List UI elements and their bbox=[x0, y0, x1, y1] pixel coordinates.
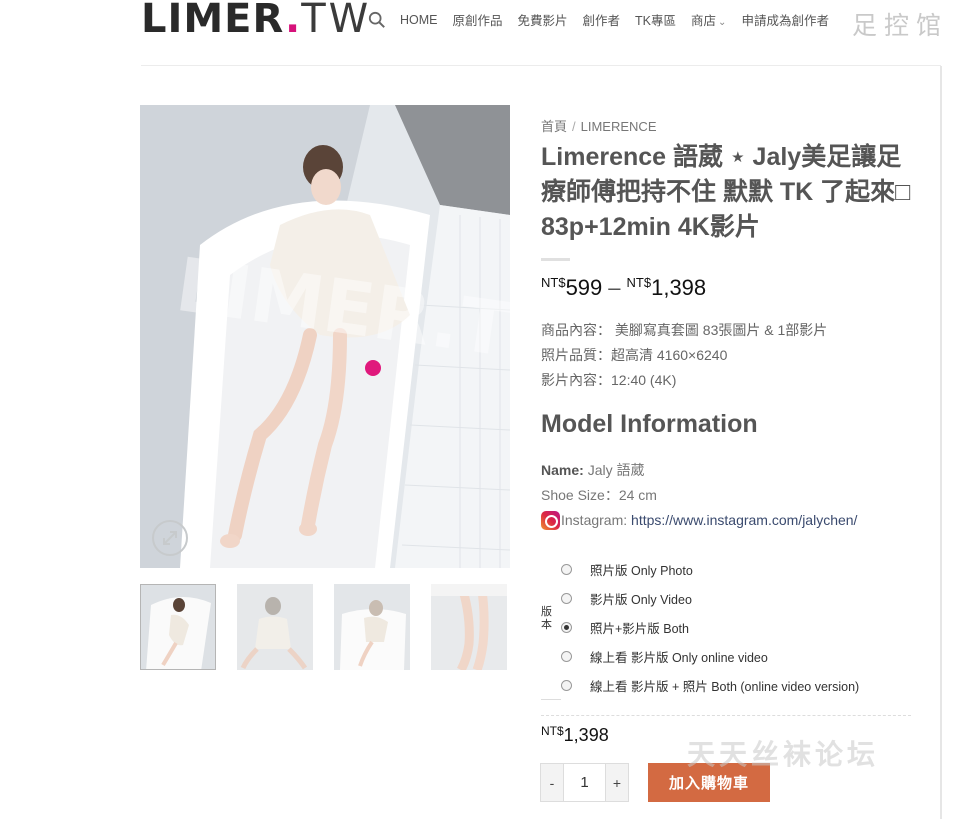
price-range: NT$599– NT$1,398 bbox=[541, 275, 706, 301]
quantity-stepper: - 1 + bbox=[540, 763, 629, 802]
price-dash: – bbox=[608, 275, 621, 300]
site-watermark: 足控馆 bbox=[852, 11, 949, 40]
radio-button[interactable] bbox=[561, 651, 572, 662]
main-nav: HOME 原創作品 免費影片 創作者 TK專區 商店 ⌄ 申請成為創作者 bbox=[368, 10, 844, 29]
product-photo: LIMER.TW bbox=[140, 105, 510, 568]
product-description: 商品內容： 美腳寫真套圖 83張圖片 & 1部影片 照片品質：超高清 4160×… bbox=[541, 318, 827, 393]
option-online-both[interactable]: 線上看 影片版 + 照片 Both (online video version) bbox=[561, 676, 859, 695]
model-info-heading: Model Information bbox=[541, 410, 758, 438]
instagram-link[interactable]: https://www.instagram.com/jalychen/ bbox=[631, 508, 857, 533]
chevron-down-icon: ⌄ bbox=[718, 17, 727, 28]
model-name-value: Jaly 語葳 bbox=[587, 462, 645, 478]
breadcrumb-category[interactable]: LIMERENCE bbox=[581, 119, 657, 134]
radio-button[interactable] bbox=[561, 680, 572, 691]
logo-text: LIMER bbox=[141, 0, 286, 42]
model-shoe-size: Shoe Size：24 cm bbox=[541, 487, 657, 503]
content-border bbox=[940, 66, 942, 819]
price-min: 599 bbox=[565, 275, 603, 300]
price-max-currency: NT$ bbox=[626, 275, 652, 290]
nav-original-works[interactable]: 原創作品 bbox=[453, 10, 503, 29]
options-underline bbox=[541, 699, 561, 700]
nav-shop-label: 商店 bbox=[691, 14, 717, 28]
desc-line: 影片內容：12:40 (4K) bbox=[541, 372, 677, 388]
title-divider bbox=[541, 258, 570, 261]
site-header: LIMER.TW HOME 原創作品 免費影片 創作者 TK專區 商店 ⌄ 申請成… bbox=[0, 0, 971, 66]
breadcrumb-separator: / bbox=[572, 119, 576, 134]
desc-line: 照片品質：超高清 4160×6240 bbox=[541, 347, 728, 363]
nav-shop[interactable]: 商店 ⌄ bbox=[691, 10, 726, 29]
thumbnail-1[interactable] bbox=[140, 584, 216, 670]
option-only-video[interactable]: 影片版 Only Video bbox=[561, 589, 692, 608]
price-max: 1,398 bbox=[651, 275, 707, 300]
quantity-input[interactable]: 1 bbox=[564, 763, 605, 802]
quantity-plus-button[interactable]: + bbox=[605, 763, 629, 802]
product-title: Limerence 語葳 ⋆ Jaly美足讓足療師傅把持不住 默默 TK 了起來… bbox=[541, 143, 911, 241]
instagram-label: Instagram: bbox=[561, 512, 628, 528]
dashed-divider bbox=[541, 715, 911, 716]
logo-suffix: TW bbox=[301, 0, 372, 42]
search-icon[interactable] bbox=[368, 11, 386, 29]
nav-free-video[interactable]: 免費影片 bbox=[518, 10, 568, 29]
thumb-photo-1 bbox=[141, 585, 215, 669]
nav-home[interactable]: HOME bbox=[400, 13, 438, 27]
breadcrumb-home[interactable]: 首頁 bbox=[541, 119, 567, 134]
selected-price-currency: NT$ bbox=[541, 724, 564, 738]
price-min-currency: NT$ bbox=[541, 275, 566, 290]
zoom-expand-icon[interactable] bbox=[152, 520, 188, 556]
option-label: 線上看 影片版 Only online video bbox=[590, 651, 768, 665]
selected-price-value: 1,398 bbox=[563, 725, 609, 745]
nav-tk-zone[interactable]: TK專區 bbox=[635, 10, 676, 29]
radio-button[interactable] bbox=[561, 564, 572, 575]
thumbnail-strip bbox=[140, 584, 528, 670]
option-label: 照片+影片版 Both bbox=[590, 622, 689, 636]
model-name-row: Name: Jaly 語葳 bbox=[541, 458, 857, 483]
selected-price: NT$1,398 bbox=[541, 724, 609, 746]
instagram-icon bbox=[541, 511, 560, 530]
thumb-photo-2 bbox=[237, 584, 313, 670]
radio-button[interactable] bbox=[561, 593, 572, 604]
forum-watermark: 天天丝袜论坛 bbox=[687, 738, 880, 771]
header-divider bbox=[141, 65, 941, 66]
logo-dot: . bbox=[285, 0, 302, 42]
product-main-image[interactable]: LIMER.TW bbox=[140, 105, 510, 568]
option-online-video[interactable]: 線上看 影片版 Only online video bbox=[561, 647, 768, 666]
zoom-arrows bbox=[163, 531, 177, 545]
site-logo[interactable]: LIMER.TW bbox=[141, 0, 371, 39]
option-label: 照片版 Only Photo bbox=[590, 564, 693, 578]
option-only-photo[interactable]: 照片版 Only Photo bbox=[561, 560, 693, 579]
model-info: Name: Jaly 語葳 Shoe Size：24 cm Instagram:… bbox=[541, 458, 857, 533]
quantity-minus-button[interactable]: - bbox=[540, 763, 564, 802]
model-name-label: Name: bbox=[541, 462, 584, 478]
option-label: 線上看 影片版 + 照片 Both (online video version) bbox=[590, 680, 860, 694]
thumbnail-3[interactable] bbox=[334, 584, 410, 670]
nav-creators[interactable]: 創作者 bbox=[583, 10, 621, 29]
option-both[interactable]: 照片+影片版 Both bbox=[561, 618, 689, 637]
thumb-photo-4 bbox=[431, 584, 507, 670]
thumb-photo-3 bbox=[334, 584, 410, 670]
option-label: 影片版 Only Video bbox=[590, 593, 692, 607]
thumbnail-2[interactable] bbox=[237, 584, 313, 670]
version-label: 版本 bbox=[541, 606, 552, 631]
model-instagram-row: Instagram: https://www.instagram.com/jal… bbox=[541, 508, 857, 533]
desc-line: 商品內容： 美腳寫真套圖 83張圖片 & 1部影片 bbox=[541, 322, 828, 338]
breadcrumb: 首頁 / LIMERENCE bbox=[541, 116, 657, 135]
radio-button-checked[interactable] bbox=[561, 622, 572, 633]
thumbnail-4[interactable] bbox=[431, 584, 507, 670]
nav-apply-creator[interactable]: 申請成為創作者 bbox=[741, 10, 829, 29]
